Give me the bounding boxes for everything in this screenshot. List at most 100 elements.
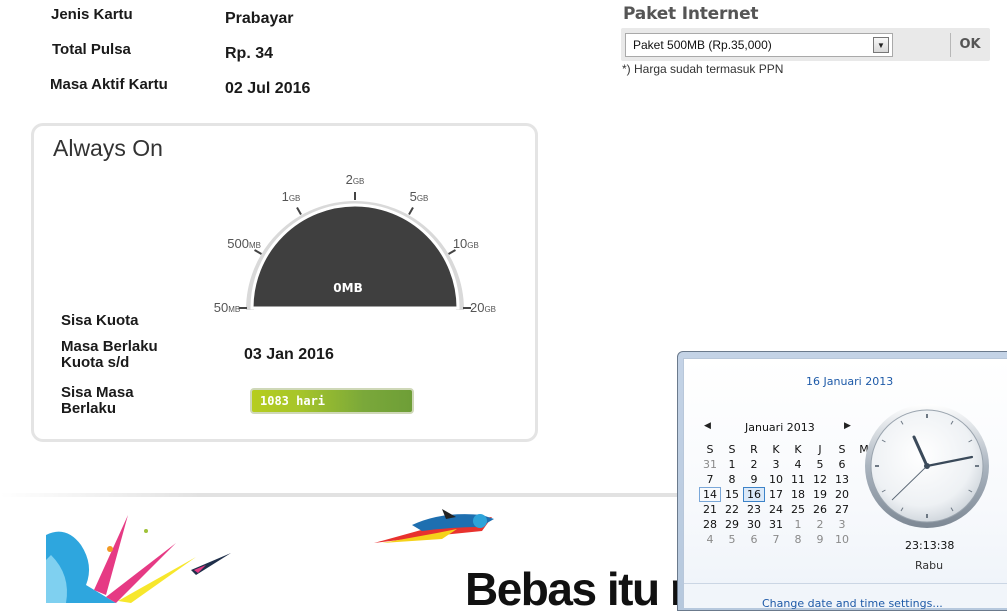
- jenis-kartu-label: Jenis Kartu: [51, 6, 133, 23]
- jenis-kartu-value: Prabayar: [225, 10, 294, 27]
- calendar-day[interactable]: 21: [699, 502, 721, 517]
- masa-berlaku-label-line2: Kuota s/d: [61, 354, 130, 371]
- masa-berlaku-value: 03 Jan 2016: [244, 346, 334, 363]
- calendar-weekday: R: [750, 443, 758, 456]
- calendar-week-row: 28 29 30 31 1 2 3: [699, 517, 875, 532]
- gauge-tick-label: 2GB: [346, 172, 365, 187]
- triangle-left-icon[interactable]: ◀: [704, 420, 711, 431]
- calendar-day[interactable]: 16: [743, 487, 765, 502]
- calendar-week-row: 14 15 16 17 18 19 20: [699, 487, 875, 502]
- calendar-month-label[interactable]: Januari 2013: [745, 421, 815, 434]
- calendar-day[interactable]: 25: [787, 502, 809, 517]
- calendar-day[interactable]: 14: [699, 487, 721, 502]
- masa-aktif-label: Masa Aktif Kartu: [50, 76, 168, 93]
- paket-internet-title: Paket Internet: [623, 4, 759, 24]
- calendar-day[interactable]: 1: [721, 457, 743, 472]
- calendar-week-row: 7 8 9 10 11 12 13: [699, 472, 875, 487]
- calendar-weekday: J: [818, 443, 822, 456]
- gauge-tick-label: 1GB: [282, 189, 301, 204]
- sisa-masa-label-line1: Sisa Masa: [61, 384, 134, 401]
- calendar-day[interactable]: 6: [743, 532, 765, 547]
- always-on-title: Always On: [53, 135, 163, 161]
- calendar-day[interactable]: 23: [743, 502, 765, 517]
- chevron-down-icon[interactable]: ▼: [873, 37, 889, 53]
- calendar-day[interactable]: 31: [699, 457, 721, 472]
- calendar-weekday: K: [772, 443, 780, 456]
- paket-select[interactable]: Paket 500MB (Rp.35,000) ▼: [625, 33, 893, 57]
- calendar-day[interactable]: 22: [721, 502, 743, 517]
- calendar-day[interactable]: 7: [765, 532, 787, 547]
- paket-note: *) Harga sudah termasuk PPN: [622, 62, 784, 76]
- gauge-tick: [254, 249, 262, 255]
- calendar-day[interactable]: 24: [765, 502, 787, 517]
- sisa-masa-label-line2: Berlaku: [61, 400, 117, 417]
- sisa-masa-value: 1083 hari: [260, 394, 326, 408]
- calendar-day[interactable]: 3: [831, 517, 853, 532]
- triangle-right-icon[interactable]: ▶: [844, 420, 851, 431]
- calendar-week-row: 4 5 6 7 8 9 10: [699, 532, 875, 547]
- clock-day: Rabu: [915, 559, 944, 572]
- calendar-day[interactable]: 10: [831, 532, 853, 547]
- swimmer-graphic: [374, 509, 494, 543]
- calendar-grid: S S R K K J S M 31 1 2 3 4 5 6 7 8 9 10 11 12 13 14 15 16 17 18 19 2…: [699, 442, 875, 547]
- calendar-day[interactable]: 11: [787, 472, 809, 487]
- calendar-weekday: S: [838, 443, 846, 456]
- gauge-tick: [408, 207, 414, 215]
- calendar-day[interactable]: 3: [765, 457, 787, 472]
- calendar-week-row: 31 1 2 3 4 5 6: [699, 457, 875, 472]
- calendar-day[interactable]: 4: [787, 457, 809, 472]
- calendar-day[interactable]: 13: [831, 472, 853, 487]
- masa-aktif-value: 02 Jul 2016: [225, 80, 311, 97]
- calendar-day[interactable]: 7: [699, 472, 721, 487]
- gauge-tick-label: 5GB: [410, 189, 429, 204]
- calendar-day[interactable]: 2: [743, 457, 765, 472]
- ok-button[interactable]: OK: [952, 33, 988, 57]
- calendar-day[interactable]: 29: [721, 517, 743, 532]
- banner-headline: Bebas itu m: [465, 563, 711, 615]
- paket-select-value: Paket 500MB (Rp.35,000): [633, 38, 772, 52]
- change-date-time-link[interactable]: Change date and time settings...: [762, 597, 943, 610]
- calendar-day[interactable]: 9: [743, 472, 765, 487]
- clock-time: 23:13:38: [905, 539, 955, 552]
- calendar-day[interactable]: 26: [809, 502, 831, 517]
- calendar-day[interactable]: 6: [831, 457, 853, 472]
- gauge-tick-label: 500MB: [227, 236, 261, 251]
- gauge-tick-label: 50MB: [214, 300, 240, 315]
- calendar-day[interactable]: 5: [721, 532, 743, 547]
- calendar-weekday: S: [728, 443, 736, 456]
- calendar-day[interactable]: 30: [743, 517, 765, 532]
- divider: [950, 33, 951, 57]
- calendar-weekday-row: SSRKKJSM: [699, 442, 875, 457]
- calendar-day[interactable]: 28: [699, 517, 721, 532]
- calendar-day[interactable]: 31: [765, 517, 787, 532]
- flyout-date-link[interactable]: 16 Januari 2013: [806, 375, 893, 388]
- sisa-masa-bar: 1083 hari: [250, 388, 414, 414]
- calendar-weekday: S: [706, 443, 714, 456]
- calendar-day[interactable]: 19: [809, 487, 831, 502]
- calendar-day[interactable]: 5: [809, 457, 831, 472]
- gauge-center-label: 0MB: [333, 281, 362, 295]
- calendar-day[interactable]: 20: [831, 487, 853, 502]
- calendar-day[interactable]: 27: [831, 502, 853, 517]
- quota-gauge: 50MB 500MB 1GB 2GB 5GB 10GB 20GB 0MB: [214, 172, 496, 315]
- sisa-kuota-label: Sisa Kuota: [61, 312, 139, 329]
- calendar-day[interactable]: 2: [809, 517, 831, 532]
- gauge-tick-label: 20GB: [470, 300, 496, 315]
- gauge-tick: [296, 207, 302, 215]
- calendar-day[interactable]: 1: [787, 517, 809, 532]
- calendar-day[interactable]: 10: [765, 472, 787, 487]
- gauge-tick-label: 10GB: [453, 236, 479, 251]
- calendar-day[interactable]: 15: [721, 487, 743, 502]
- calendar-day[interactable]: 18: [787, 487, 809, 502]
- calendar-day[interactable]: 12: [809, 472, 831, 487]
- splash-graphic: [46, 515, 231, 603]
- total-pulsa-value: Rp. 34: [225, 45, 274, 62]
- masa-berlaku-label-line1: Masa Berlaku: [61, 338, 158, 355]
- calendar-day[interactable]: 4: [699, 532, 721, 547]
- calendar-day[interactable]: 8: [787, 532, 809, 547]
- analog-clock: [865, 404, 989, 528]
- calendar-day[interactable]: 17: [765, 487, 787, 502]
- calendar-week-row: 21 22 23 24 25 26 27: [699, 502, 875, 517]
- calendar-day[interactable]: 9: [809, 532, 831, 547]
- calendar-day[interactable]: 8: [721, 472, 743, 487]
